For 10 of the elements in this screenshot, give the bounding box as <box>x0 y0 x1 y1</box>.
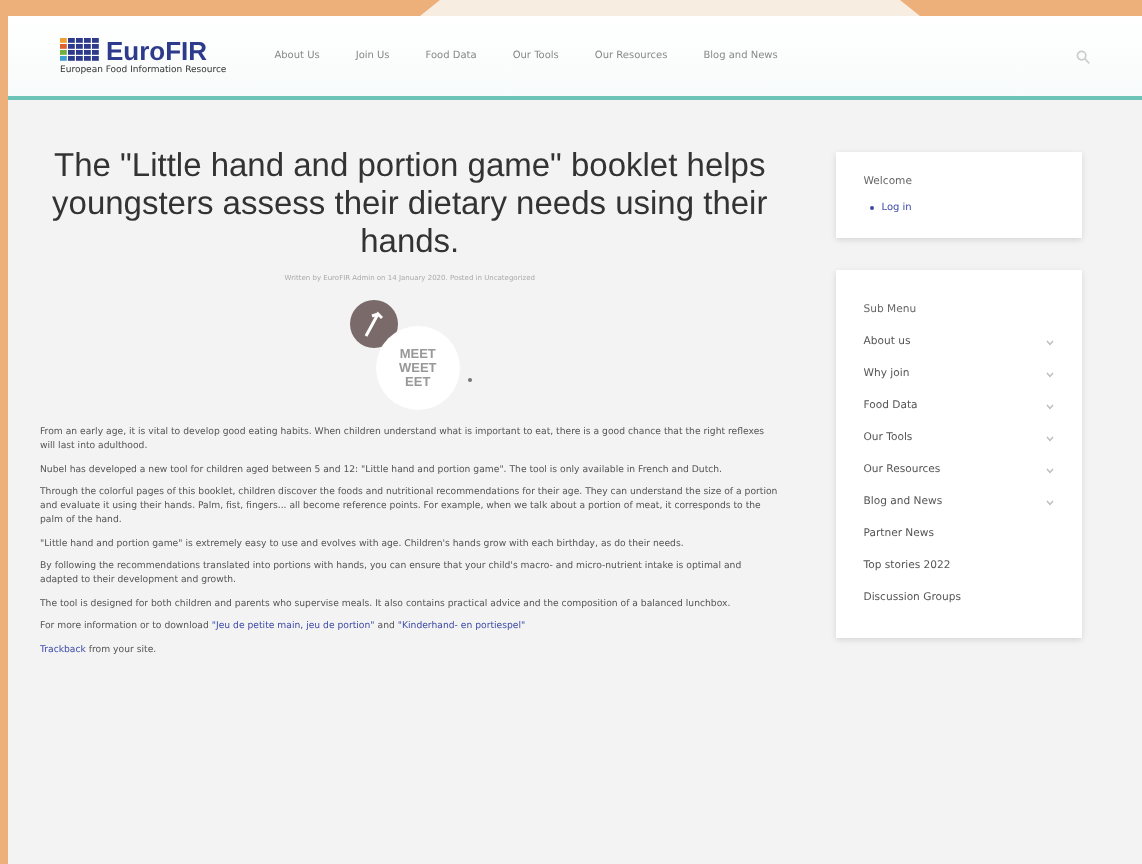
search-icon[interactable] <box>1076 49 1090 63</box>
article-title: The "Little hand and portion game" booklet helps youngsters assess their dietary needs using their hands. <box>50 148 770 262</box>
chevron-icon[interactable] <box>1046 499 1054 505</box>
chevron-icon[interactable] <box>1046 435 1054 441</box>
chevron-icon[interactable] <box>1046 371 1054 377</box>
chevron-icon[interactable] <box>1046 403 1054 409</box>
chevron-icon[interactable] <box>1046 467 1054 473</box>
logo-text[interactable]: EuroFIR <box>106 37 208 63</box>
logo-bars-icon <box>60 38 100 62</box>
chevron-icon[interactable] <box>1046 339 1054 345</box>
